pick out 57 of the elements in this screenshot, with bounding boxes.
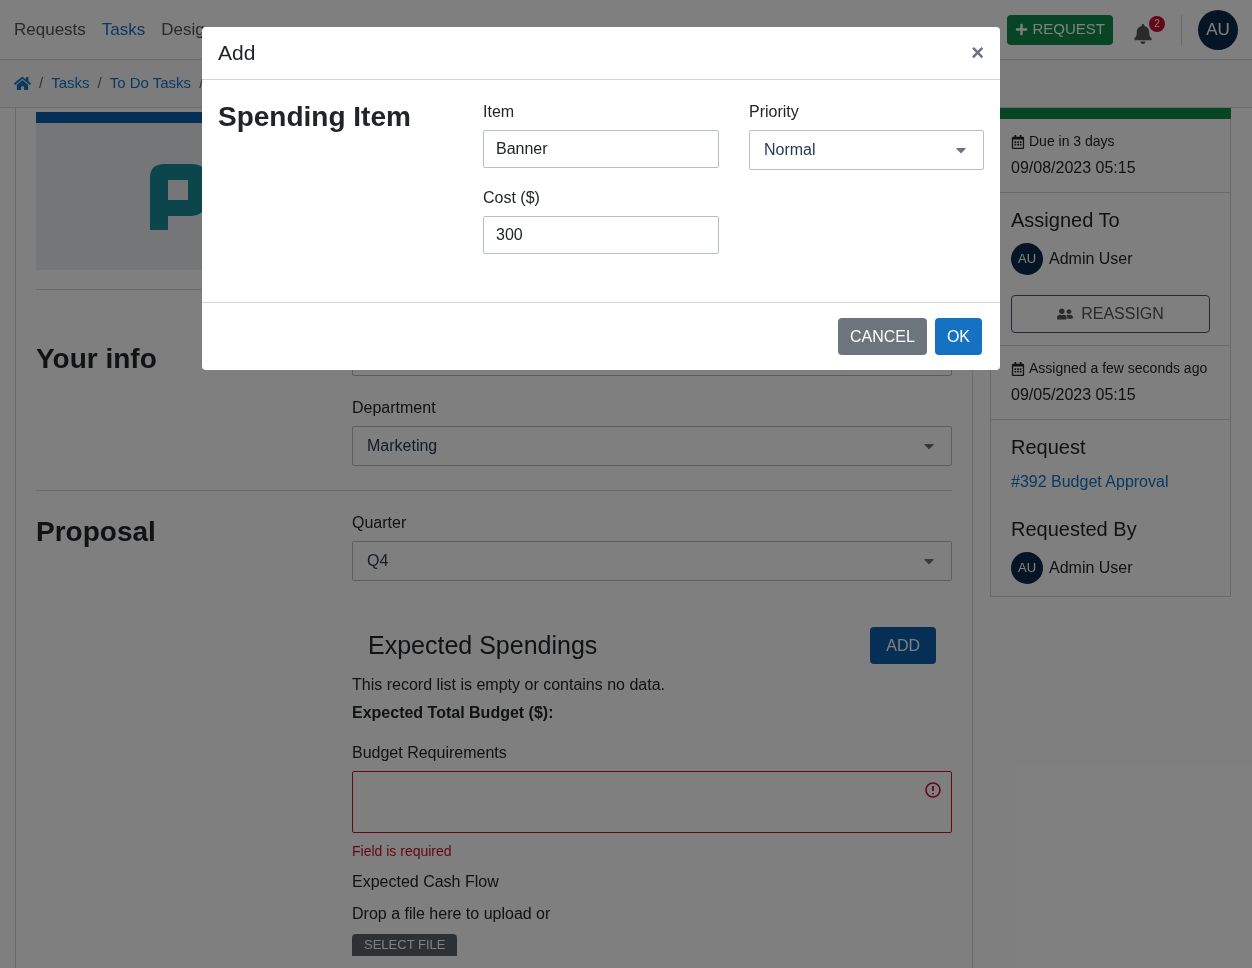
drop-hint: Drop a file here to upload or xyxy=(352,903,552,924)
avatar: AU xyxy=(1011,552,1043,584)
notifications-button[interactable]: 2 xyxy=(1129,15,1165,44)
user-name: Admin User xyxy=(1049,249,1133,269)
field-label: Priority xyxy=(749,102,800,122)
textarea-field[interactable] xyxy=(352,770,952,833)
field-label: Cost ($) xyxy=(483,188,541,208)
field-label: Item xyxy=(483,102,516,122)
calendar-icon xyxy=(1011,134,1025,149)
due-text: Due in 3 days xyxy=(1011,131,1210,152)
close-button[interactable]: × xyxy=(971,42,984,64)
modal-title: Add xyxy=(218,40,256,67)
sidebar-title: Request xyxy=(1011,435,1087,460)
field-label: Expected Cash Flow xyxy=(352,871,500,892)
request-link[interactable]: #392 Budget Approval xyxy=(1011,470,1210,494)
select-file-button[interactable]: SELECT FILE xyxy=(352,933,458,956)
reassign-button[interactable]: REASSIGN xyxy=(1011,295,1210,333)
request-button[interactable]: REQUEST xyxy=(1007,14,1113,45)
error-icon xyxy=(925,781,941,798)
ok-button[interactable]: OK xyxy=(934,318,982,355)
cancel-button[interactable]: CANCEL xyxy=(837,318,927,355)
modal-heading: Spending Item xyxy=(218,100,412,134)
notification-badge: 2 xyxy=(1149,15,1165,32)
due-date: 09/08/2023 05:15 xyxy=(1011,158,1137,178)
empty-message: This record list is empty or contains no data. xyxy=(352,674,667,695)
calendar-icon xyxy=(1011,361,1025,376)
field-label: Quarter xyxy=(352,513,408,533)
total-label: Expected Total Budget ($): xyxy=(352,702,555,723)
add-button[interactable]: ADD xyxy=(870,627,936,665)
section-heading: Proposal xyxy=(36,515,157,549)
select-field[interactable]: Marketing xyxy=(352,426,952,466)
nav-link[interactable]: Tasks xyxy=(101,16,146,43)
assigned-date: 09/05/2023 05:15 xyxy=(1011,385,1137,405)
text-field[interactable]: 300 xyxy=(483,216,719,254)
breadcrumb-link[interactable]: Tasks xyxy=(51,72,90,95)
list-heading: Expected Spendings xyxy=(368,630,598,661)
select-field[interactable]: Q4 xyxy=(352,541,952,581)
breadcrumb-separator: / xyxy=(39,73,44,94)
text-field[interactable]: Banner xyxy=(483,130,719,168)
sidebar-title: Assigned To xyxy=(1011,208,1121,233)
home-icon[interactable] xyxy=(14,75,31,92)
select-field[interactable]: Normal xyxy=(749,130,984,170)
nav-link[interactable]: Requests xyxy=(14,16,86,43)
field-label: Department xyxy=(352,398,437,418)
sidebar-title: Requested By xyxy=(1011,517,1138,542)
bell-icon xyxy=(1133,23,1153,44)
breadcrumb-separator: / xyxy=(97,73,102,94)
section-heading: Your info xyxy=(36,342,158,376)
users-icon xyxy=(1057,306,1074,322)
field-label: Budget Requirements xyxy=(352,742,508,763)
assigned-text: Assigned a few seconds ago xyxy=(1011,358,1210,379)
avatar: AU xyxy=(1011,243,1043,275)
breadcrumb-link[interactable]: To Do Tasks xyxy=(109,72,192,95)
plus-icon xyxy=(1015,23,1029,36)
error-message: Field is required xyxy=(352,841,453,861)
user-name: Admin User xyxy=(1049,558,1133,578)
avatar: AU xyxy=(1198,9,1238,50)
